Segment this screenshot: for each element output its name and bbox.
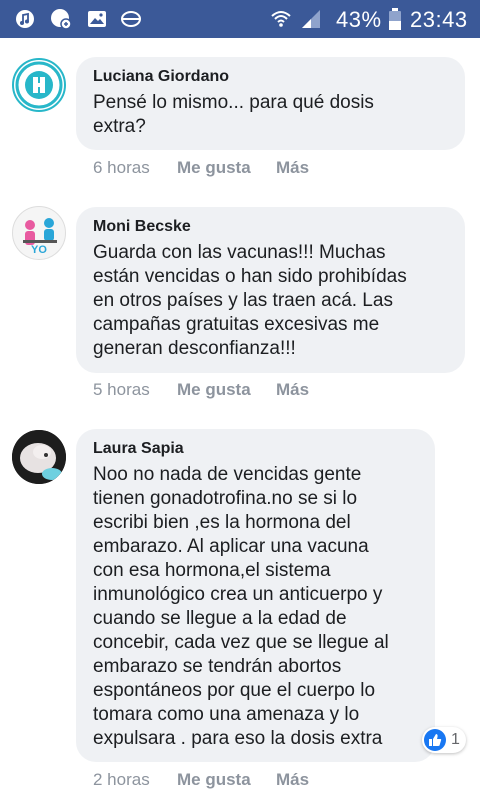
comment-time: 6 horas <box>93 158 150 177</box>
sync-icon <box>120 8 142 30</box>
comment-bubble: Laura Sapia Noo no nada de vencidas gent… <box>76 429 435 762</box>
like-button[interactable]: Me gusta <box>177 378 251 402</box>
avatar-text: YO <box>31 244 47 256</box>
reaction-count: 1 <box>451 731 460 748</box>
music-note-icon <box>14 8 36 30</box>
gallery-icon <box>86 8 108 30</box>
salvemos-la-familia-logo <box>15 61 63 109</box>
thumbs-up-icon <box>424 729 446 751</box>
comment-time: 2 horas <box>93 770 150 789</box>
like-button[interactable]: Me gusta <box>177 156 251 180</box>
comment-author[interactable]: Moni Becske <box>93 217 451 237</box>
like-button[interactable]: Me gusta <box>177 768 251 792</box>
comment-text: Guarda con las vacunas!!! Muchas están v… <box>93 242 407 359</box>
comment-time: 5 horas <box>93 380 150 399</box>
avatar[interactable] <box>12 430 66 484</box>
comment-text: Pensé lo mismo... para qué dosis extra? <box>93 92 374 137</box>
comment-bubble: Moni Becske Guarda con las vacunas!!! Mu… <box>76 207 465 373</box>
avatar[interactable] <box>12 58 66 112</box>
battery-icon <box>384 8 406 30</box>
wifi-icon <box>270 8 292 30</box>
comment-author[interactable]: Luciana Giordano <box>93 67 451 87</box>
profile-picture <box>12 430 66 484</box>
comment-author[interactable]: Laura Sapia <box>93 439 421 459</box>
battery-percent: 43% <box>336 7 382 32</box>
avatar[interactable]: YO <box>12 206 66 260</box>
comment-text: Noo no nada de vencidas gente tienen gon… <box>93 464 389 749</box>
status-bar: 43% 23:43 <box>0 0 480 38</box>
signal-icon <box>300 8 322 30</box>
clock: 23:43 <box>410 7 468 32</box>
more-button[interactable]: Más <box>276 156 309 180</box>
more-button[interactable]: Más <box>276 378 309 402</box>
reaction-badge[interactable]: 1 <box>422 727 466 753</box>
comment-bubble: Luciana Giordano Pensé lo mismo... para … <box>76 57 465 150</box>
more-button[interactable]: Más <box>276 768 309 792</box>
notification-icon <box>50 8 72 30</box>
